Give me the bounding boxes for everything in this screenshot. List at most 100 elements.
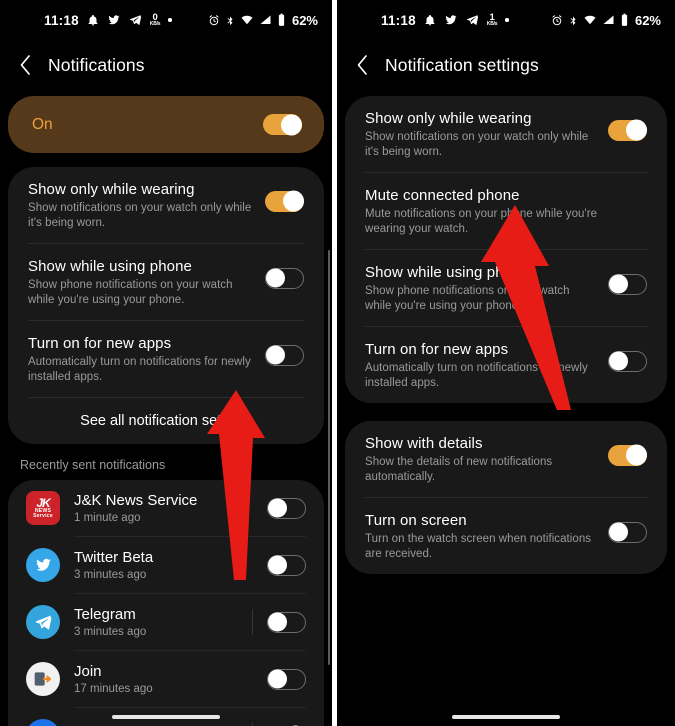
- recent-notifications-card: JK NEWS Service J&K News Service 1 minute …: [8, 480, 324, 726]
- setting-title: Mute connected phone: [365, 187, 520, 204]
- setting-text: Turn on screen Turn on the watch screen …: [365, 511, 608, 561]
- setting-toggle[interactable]: [265, 190, 304, 212]
- telegram-icon: [129, 14, 142, 26]
- netspeed-unit: KB/s: [149, 21, 161, 28]
- setting-toggle[interactable]: [608, 273, 647, 295]
- setting-text: Turn on for new apps Automatically turn …: [28, 334, 265, 384]
- setting-row-turn-on-new-apps[interactable]: Turn on for new apps Automatically turn …: [345, 327, 667, 403]
- app-time: 17 minutes ago: [74, 683, 153, 695]
- notification-settings-card-2: Show with details Show the details of ne…: [345, 421, 667, 574]
- setting-title: Show while using phone: [28, 258, 192, 275]
- setting-toggle[interactable]: [265, 344, 304, 366]
- toggle-container: [265, 334, 304, 372]
- app-toggle[interactable]: [267, 497, 306, 519]
- setting-row-show-only-wearing[interactable]: Show only while wearing Show notificatio…: [8, 167, 324, 243]
- status-time: 11:18: [381, 12, 416, 28]
- setting-row-show-with-details[interactable]: Show with details Show the details of ne…: [345, 421, 667, 497]
- back-icon[interactable]: [355, 54, 369, 76]
- recently-sent-label: Recently sent notifications: [20, 458, 166, 472]
- app-name: Join: [74, 663, 102, 680]
- setting-toggle[interactable]: [265, 267, 304, 289]
- setting-row-show-while-using-phone[interactable]: Show while using phone Show phone notifi…: [8, 244, 324, 320]
- see-all-notification-settings-button[interactable]: See all notification settings: [8, 398, 324, 444]
- list-item[interactable]: Join 17 minutes ago: [8, 651, 324, 707]
- setting-subtitle: Show notifications on your watch only wh…: [28, 202, 252, 229]
- watch-settings-card: Show only while wearing Show notificatio…: [8, 167, 324, 444]
- telegram-icon: [466, 14, 479, 26]
- alarm-icon: [208, 14, 220, 27]
- bluetooth-icon: [568, 14, 578, 27]
- app-time: 3 minutes ago: [74, 626, 147, 638]
- navigation-pill: [112, 715, 220, 719]
- icon-text-a: JK: [36, 495, 50, 510]
- list-item[interactable]: JK NEWS Service J&K News Service 1 minute …: [8, 480, 324, 536]
- setting-toggle[interactable]: [608, 521, 647, 543]
- scrollbar[interactable]: [327, 250, 330, 665]
- status-bar-right-icons: 62%: [208, 0, 318, 40]
- setting-toggle[interactable]: [608, 350, 647, 372]
- toggle-knob: [268, 555, 287, 575]
- telegram-icon: [26, 605, 60, 639]
- twitter-icon: [26, 548, 60, 582]
- app-time: 1 minute ago: [74, 512, 141, 524]
- list-item-meta: J&K News Service 1 minute ago: [74, 492, 267, 524]
- setting-toggle[interactable]: [608, 444, 647, 466]
- notification-settings-card-1: Show only while wearing Show notificatio…: [345, 96, 667, 403]
- setting-text: Show only while wearing Show notificatio…: [365, 109, 608, 159]
- list-item-meta: Twitter Beta 3 minutes ago: [74, 549, 267, 581]
- toggle-knob: [609, 274, 628, 294]
- toggle-knob: [609, 522, 628, 542]
- setting-row-mute-connected-phone[interactable]: Mute connected phone Mute notifications …: [345, 173, 667, 249]
- netspeed-unit: KB/s: [486, 21, 498, 28]
- setting-title: Show only while wearing: [28, 181, 195, 198]
- setting-text: Show while using phone Show phone notifi…: [365, 263, 608, 313]
- toggle-knob: [268, 612, 287, 632]
- notifications-master-toggle-banner[interactable]: On: [8, 96, 324, 153]
- list-item[interactable]: Telegram 3 minutes ago: [8, 594, 324, 650]
- setting-row-show-while-using-phone[interactable]: Show while using phone Show phone notifi…: [345, 250, 667, 326]
- dual-screenshot-composite: 11:18 0 KB/s 62% Notifications On Show o…: [0, 0, 675, 726]
- toggle-knob: [266, 268, 285, 288]
- list-item-meta: Join 17 minutes ago: [74, 663, 267, 695]
- setting-text: Turn on for new apps Automatically turn …: [365, 340, 608, 390]
- setting-text: Show only while wearing Show notificatio…: [28, 180, 265, 230]
- status-time: 11:18: [44, 12, 79, 28]
- setting-row-turn-on-screen[interactable]: Turn on screen Turn on the watch screen …: [345, 498, 667, 574]
- setting-subtitle: Automatically turn on notifications for …: [365, 362, 588, 389]
- list-item-meta: Telegram 3 minutes ago: [74, 606, 252, 638]
- messages-icon: [26, 719, 60, 726]
- master-toggle-switch[interactable]: [263, 114, 302, 135]
- bell-icon: [87, 14, 99, 27]
- setting-text: Mute connected phone Mute notifications …: [365, 186, 647, 236]
- bell-icon: [424, 14, 436, 27]
- app-name: J&K News Service: [74, 492, 198, 509]
- setting-subtitle: Show phone notifications on your watch w…: [28, 279, 233, 306]
- app-toggle[interactable]: [267, 668, 306, 690]
- setting-title: Turn on for new apps: [28, 335, 172, 352]
- twitter-icon: [107, 14, 121, 26]
- battery-icon: [620, 13, 629, 27]
- setting-toggle[interactable]: [608, 119, 647, 141]
- bluetooth-icon: [225, 14, 235, 27]
- toggle-knob: [626, 119, 647, 141]
- list-item[interactable]: Twitter Beta 3 minutes ago: [8, 537, 324, 593]
- setting-row-turn-on-new-apps[interactable]: Turn on for new apps Automatically turn …: [8, 321, 324, 397]
- app-time: 3 minutes ago: [74, 569, 147, 581]
- app-toggle[interactable]: [267, 554, 306, 576]
- left-phone-screen: 11:18 0 KB/s 62% Notifications On Show o…: [0, 0, 332, 726]
- back-icon[interactable]: [18, 54, 32, 76]
- setting-text: Show while using phone Show phone notifi…: [28, 257, 265, 307]
- setting-row-show-only-wearing[interactable]: Show only while wearing Show notificatio…: [345, 96, 667, 172]
- navigation-pill: [452, 715, 560, 719]
- jk-news-icon: JK NEWS Service: [26, 491, 60, 525]
- status-bar-left: 11:18 0 KB/s 62%: [0, 0, 332, 40]
- app-toggle[interactable]: [267, 611, 306, 633]
- battery-percent: 62%: [291, 12, 318, 28]
- setting-title: Turn on screen: [365, 512, 467, 529]
- toggle-container: [265, 257, 304, 295]
- right-phone-screen: 11:18 1 KB/s 62% Notification settings S…: [337, 0, 675, 726]
- master-toggle-label: On: [32, 115, 53, 133]
- wifi-icon: [583, 14, 597, 26]
- toggle-knob: [283, 190, 304, 212]
- status-bar-left-icons: 11:18 0 KB/s: [44, 13, 172, 28]
